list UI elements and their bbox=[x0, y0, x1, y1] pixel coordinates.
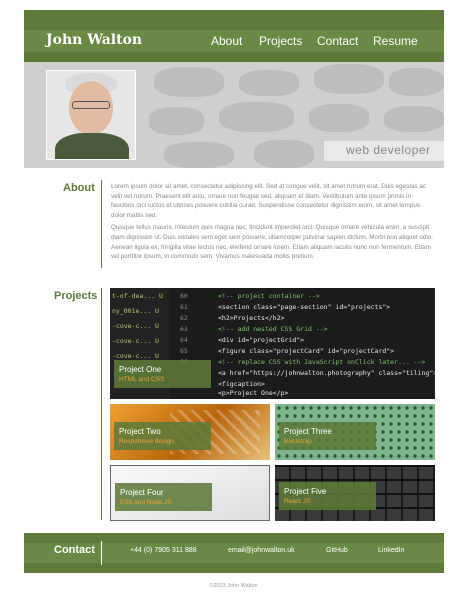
email-link[interactable]: email@johnwalton.uk bbox=[228, 547, 295, 554]
code-line: <section class="page-section" id="projec… bbox=[218, 303, 391, 311]
nav-contact[interactable]: Contact bbox=[317, 34, 358, 48]
project-card-four[interactable]: Project Four ES6 and Node.JS bbox=[110, 465, 270, 521]
linkedin-link[interactable]: LinkedIn bbox=[378, 547, 404, 554]
project-card-three[interactable]: Project Three Bootstrap bbox=[275, 404, 435, 460]
nav-resume[interactable]: Resume bbox=[373, 34, 418, 48]
project-subtitle: ES6 and Node.JS bbox=[120, 499, 172, 506]
hero-tagline: web developer bbox=[324, 141, 444, 161]
project-caption: Project Two Responsive design bbox=[114, 422, 211, 450]
gutter-line: -cove-c... U bbox=[112, 322, 159, 330]
projects-divider bbox=[101, 288, 102, 520]
profile-photo bbox=[46, 70, 136, 160]
project-title: Project Two bbox=[119, 427, 161, 436]
project-subtitle: HTML and CSS bbox=[119, 376, 165, 383]
project-title: Project Four bbox=[120, 488, 164, 497]
project-caption: Project Four ES6 and Node.JS bbox=[115, 483, 212, 511]
gutter-line: t-of-dea... U bbox=[112, 292, 163, 300]
line-number: 62 bbox=[180, 314, 188, 322]
line-number: 65 bbox=[180, 347, 188, 355]
project-card-five[interactable]: Project Five React JS bbox=[275, 465, 435, 521]
code-line: <h2>Projects</h2> bbox=[218, 314, 285, 322]
line-number: 60 bbox=[180, 292, 188, 300]
line-number: 63 bbox=[180, 325, 188, 333]
project-subtitle: Responsive design bbox=[119, 438, 174, 445]
about-title: About bbox=[63, 182, 95, 194]
about-paragraph: Lorem ipsum dolor sit amet, consectetur … bbox=[111, 183, 426, 219]
projects-title: Projects bbox=[54, 290, 98, 302]
nav-projects[interactable]: Projects bbox=[259, 34, 302, 48]
project-title: Project Five bbox=[284, 487, 327, 496]
project-card-one[interactable]: t-of-dea... U ny_001e... U -cove-c... U … bbox=[110, 288, 435, 399]
code-line: <a href="https://johnwalton.photography"… bbox=[218, 369, 435, 377]
github-link[interactable]: GitHub bbox=[326, 547, 348, 554]
gutter-line: -cove-c... U bbox=[112, 337, 159, 345]
code-line: <p>Project One</p> bbox=[218, 389, 289, 397]
site-header: John Walton About Projects Contact Resum… bbox=[24, 10, 444, 62]
project-caption: Project Five React JS bbox=[279, 482, 376, 510]
nav-about[interactable]: About bbox=[211, 34, 242, 48]
project-caption: Project Three Bootstrap bbox=[279, 422, 376, 450]
about-divider bbox=[101, 180, 102, 268]
phone-link[interactable]: +44 (0) 7905 311 888 bbox=[130, 547, 197, 554]
code-line: <div id="projectGrid"> bbox=[218, 336, 305, 344]
gutter-line: -cove-c... U bbox=[112, 352, 159, 360]
code-line: <figure class="projectCard" id="projectC… bbox=[218, 347, 395, 355]
project-subtitle: Bootstrap bbox=[284, 438, 312, 445]
contact-title: Contact bbox=[54, 544, 95, 556]
copyright: ©2023 John Walton bbox=[209, 583, 258, 589]
footer-divider bbox=[101, 541, 102, 565]
site-footer: Contact +44 (0) 7905 311 888 email@johnw… bbox=[24, 533, 444, 573]
code-line: <!-- add nested CSS Grid --> bbox=[218, 325, 328, 333]
project-card-two[interactable]: Project Two Responsive design bbox=[110, 404, 270, 460]
gutter-line: ny_001e... U bbox=[112, 307, 159, 315]
project-caption: Project One HTML and CSS bbox=[114, 360, 211, 388]
site-brand[interactable]: John Walton bbox=[46, 32, 142, 48]
line-number: 61 bbox=[180, 303, 188, 311]
project-title: Project Three bbox=[284, 427, 332, 436]
hero-banner: web developer bbox=[24, 62, 444, 168]
about-text: Lorem ipsum dolor sit amet, consectetur … bbox=[111, 182, 433, 265]
project-subtitle: React JS bbox=[284, 498, 311, 505]
code-line: <figcaption> bbox=[218, 380, 265, 388]
code-line: <!-- replace CSS with JavaScript onClick… bbox=[218, 358, 426, 366]
project-title: Project One bbox=[119, 365, 162, 374]
line-number: 64 bbox=[180, 336, 188, 344]
code-line: <!-- project container --> bbox=[218, 292, 320, 300]
about-paragraph: Quisque tellus mauris, interdum quis mag… bbox=[111, 224, 433, 261]
